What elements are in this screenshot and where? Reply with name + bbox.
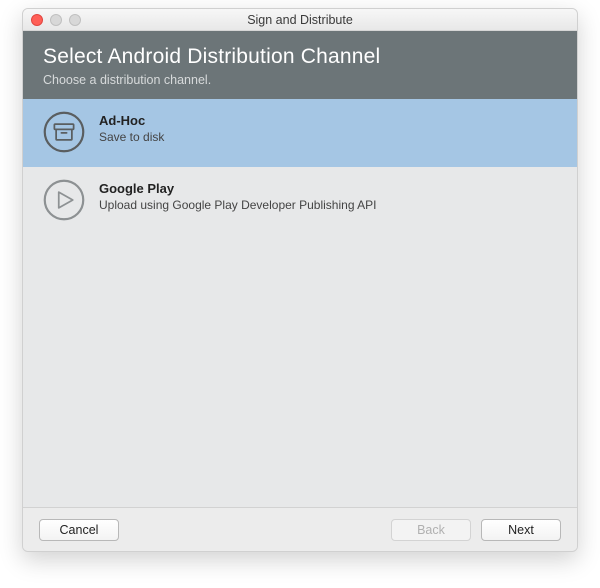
option-adhoc[interactable]: Ad-Hoc Save to disk bbox=[23, 99, 577, 167]
page-subtitle: Choose a distribution channel. bbox=[43, 73, 557, 87]
option-desc: Upload using Google Play Developer Publi… bbox=[99, 198, 377, 212]
archive-box-icon bbox=[43, 111, 85, 153]
option-title: Ad-Hoc bbox=[99, 113, 164, 128]
close-window-button[interactable] bbox=[31, 14, 43, 26]
option-text: Google Play Upload using Google Play Dev… bbox=[99, 179, 377, 212]
cancel-button[interactable]: Cancel bbox=[39, 519, 119, 541]
page-header: Select Android Distribution Channel Choo… bbox=[23, 31, 577, 99]
titlebar: Sign and Distribute bbox=[23, 9, 577, 31]
options-list: Ad-Hoc Save to disk Google Play Upload u… bbox=[23, 99, 577, 507]
next-button[interactable]: Next bbox=[481, 519, 561, 541]
minimize-window-button[interactable] bbox=[50, 14, 62, 26]
back-button: Back bbox=[391, 519, 471, 541]
option-desc: Save to disk bbox=[99, 130, 164, 144]
page-title: Select Android Distribution Channel bbox=[43, 45, 557, 69]
window-controls bbox=[31, 14, 81, 26]
option-google-play[interactable]: Google Play Upload using Google Play Dev… bbox=[23, 167, 577, 235]
option-text: Ad-Hoc Save to disk bbox=[99, 111, 164, 144]
footer: Cancel Back Next bbox=[23, 507, 577, 551]
play-store-icon bbox=[43, 179, 85, 221]
option-title: Google Play bbox=[99, 181, 377, 196]
maximize-window-button[interactable] bbox=[69, 14, 81, 26]
window-title: Sign and Distribute bbox=[23, 13, 577, 27]
dialog-window: Sign and Distribute Select Android Distr… bbox=[22, 8, 578, 552]
